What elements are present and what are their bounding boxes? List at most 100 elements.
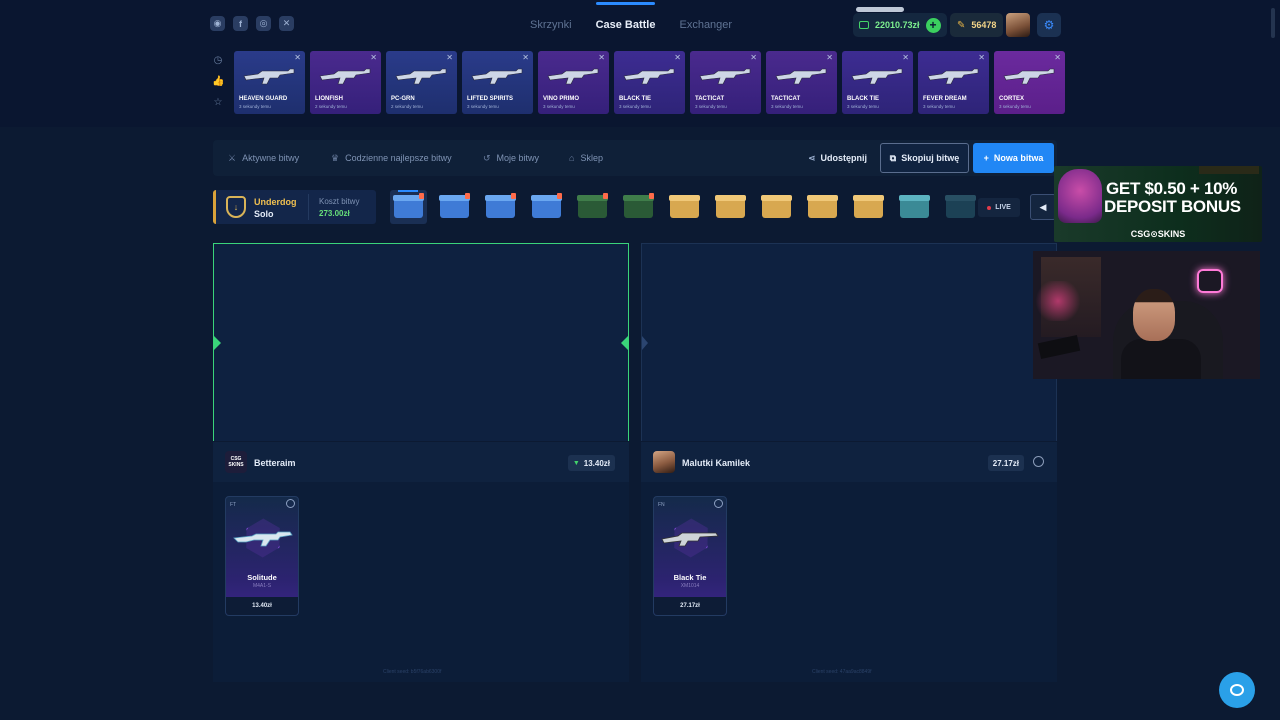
player-name[interactable]: Betteraim: [254, 458, 296, 468]
left-pointer-icon: [642, 336, 648, 350]
pencil-icon: ✎: [957, 19, 966, 31]
nav-skrzynki[interactable]: Skrzynki: [530, 19, 572, 31]
close-icon[interactable]: ✕: [446, 53, 453, 62]
gear-icon[interactable]: ⚙: [1037, 13, 1061, 37]
weapon-icon: [395, 68, 447, 85]
battle-cost-label: Koszt bitwy: [319, 197, 360, 206]
promo-banner[interactable]: GET $0.50 + 10% DEPOSIT BONUS CSG⊙SKINS: [1054, 166, 1262, 242]
player-avatar[interactable]: CSG SKINS: [225, 451, 247, 473]
weapon-icon: [319, 68, 371, 85]
share-button[interactable]: ⋖ Udostępnij: [808, 140, 867, 176]
drop-card[interactable]: ✕ BLACK TIE 3 sekundy temu: [842, 51, 913, 114]
discord-icon[interactable]: ◉: [210, 16, 225, 31]
chat-button[interactable]: [1219, 672, 1255, 708]
smile-icon[interactable]: [1033, 456, 1044, 467]
shield-check-icon[interactable]: [714, 499, 723, 508]
balance-display[interactable]: 22010.73zł +: [853, 13, 947, 37]
item-card[interactable]: FT Solitude M4A1-S 13.40zł: [225, 496, 299, 616]
star-icon[interactable]: ☆: [212, 97, 224, 108]
close-icon[interactable]: ✕: [674, 53, 681, 62]
player-avatar[interactable]: [653, 451, 675, 473]
case-icon[interactable]: [482, 190, 519, 224]
case-icon[interactable]: [666, 190, 703, 224]
copy-battle-button[interactable]: ⧉ Skopiuj bitwę: [880, 143, 969, 173]
drop-card[interactable]: ✕ FEVER DREAM 3 sekundy temu: [918, 51, 989, 114]
scroll-left-button[interactable]: ◀: [1030, 194, 1056, 220]
drop-card[interactable]: ✕ CORTEX 3 sekundy temu: [994, 51, 1065, 114]
deposit-plus-icon[interactable]: +: [925, 17, 941, 33]
player-2-arena: [641, 243, 1057, 441]
close-icon[interactable]: ✕: [294, 53, 301, 62]
coins-value: 56478: [971, 20, 997, 30]
close-icon[interactable]: ✕: [978, 53, 985, 62]
weapon-icon: [243, 68, 295, 85]
mascot-image: [1058, 169, 1102, 223]
drop-card[interactable]: ✕ LIFTED SPIRITS 3 sekundy temu: [462, 51, 533, 114]
drop-name: BLACK TIE: [847, 96, 879, 102]
tab-shop[interactable]: ⌂ Sklep: [569, 140, 603, 176]
share-icon: ⋖: [808, 152, 816, 163]
promo-line-1: GET $0.50 + 10%: [1106, 179, 1238, 198]
instagram-icon[interactable]: ◎: [256, 16, 271, 31]
streamer-head: [1133, 289, 1175, 341]
drop-card[interactable]: ✕ TACTICAT 3 sekundy temu: [690, 51, 761, 114]
case-box: [762, 198, 791, 218]
case-icon[interactable]: [758, 190, 795, 224]
drop-name: LIFTED SPIRITS: [467, 96, 514, 102]
shield-check-icon[interactable]: [286, 499, 295, 508]
close-icon[interactable]: ✕: [598, 53, 605, 62]
case-icon[interactable]: [574, 190, 611, 224]
weapon-icon: [851, 68, 903, 85]
new-battle-button[interactable]: + Nowa bitwa: [973, 143, 1054, 173]
case-icon[interactable]: [436, 190, 473, 224]
clock-icon[interactable]: ◷: [212, 55, 224, 66]
case-icon[interactable]: [620, 190, 657, 224]
share-label: Udostępnij: [820, 153, 868, 163]
case-icon[interactable]: [390, 190, 427, 224]
close-icon[interactable]: ✕: [826, 53, 833, 62]
close-icon[interactable]: ✕: [1054, 53, 1061, 62]
case-box: [900, 198, 929, 218]
drop-card[interactable]: ✕ TACTICAT 3 sekundy temu: [766, 51, 837, 114]
case-box: [624, 198, 653, 218]
case-box: [946, 198, 975, 218]
coins-display[interactable]: ✎ 56478: [950, 13, 1004, 37]
drop-card[interactable]: ✕ BLACK TIE 3 sekundy temu: [614, 51, 685, 114]
thumbs-up-icon[interactable]: 👍: [212, 76, 224, 87]
case-icon[interactable]: [896, 190, 933, 224]
drop-card[interactable]: ✕ LIONFISH 2 sekundy temu: [310, 51, 381, 114]
tab-daily-best[interactable]: ♛ Codzienne najlepsze bitwy: [331, 140, 452, 176]
drop-time: 3 sekundy temu: [467, 104, 499, 109]
item-wear: FT: [230, 502, 237, 508]
case-icon[interactable]: [528, 190, 565, 224]
nav-case-battle[interactable]: Case Battle: [595, 2, 655, 31]
drop-card[interactable]: ✕ HEAVEN GUARD 3 sekundy temu: [234, 51, 305, 114]
mic-arm: [1037, 335, 1081, 359]
close-icon[interactable]: ✕: [370, 53, 377, 62]
item-price: 27.17zł: [654, 597, 726, 615]
drop-time: 2 sekundy temu: [391, 104, 423, 109]
live-label: LIVE: [995, 204, 1011, 211]
close-icon[interactable]: ✕: [522, 53, 529, 62]
nav-exchanger[interactable]: Exchanger: [679, 19, 732, 31]
tab-my-battles[interactable]: ↺ Moje bitwy: [483, 140, 539, 176]
case-icon[interactable]: [712, 190, 749, 224]
case-icon[interactable]: [804, 190, 841, 224]
user-avatar[interactable]: [1006, 13, 1030, 37]
case-icon[interactable]: [850, 190, 887, 224]
scrollbar[interactable]: [1271, 8, 1275, 38]
facebook-icon[interactable]: f: [233, 16, 248, 31]
case-icon[interactable]: [942, 190, 979, 224]
drop-card[interactable]: ✕ PC-GRN 2 sekundy temu: [386, 51, 457, 114]
battle-cases: [390, 190, 979, 224]
tab-active-battles[interactable]: ⚔ Aktywne bitwy: [228, 140, 299, 176]
close-icon[interactable]: ✕: [902, 53, 909, 62]
player-name[interactable]: Malutki Kamilek: [682, 458, 750, 468]
drop-name: TACTICAT: [771, 96, 801, 102]
drop-time: 3 sekundy temu: [923, 104, 955, 109]
x-icon[interactable]: ✕: [279, 16, 294, 31]
drop-card[interactable]: ✕ VINO PRIMO 3 sekundy temu: [538, 51, 609, 114]
close-icon[interactable]: ✕: [750, 53, 757, 62]
case-lid: [761, 195, 792, 201]
item-card[interactable]: FN Black Tie XM1014 27.17zł: [653, 496, 727, 616]
